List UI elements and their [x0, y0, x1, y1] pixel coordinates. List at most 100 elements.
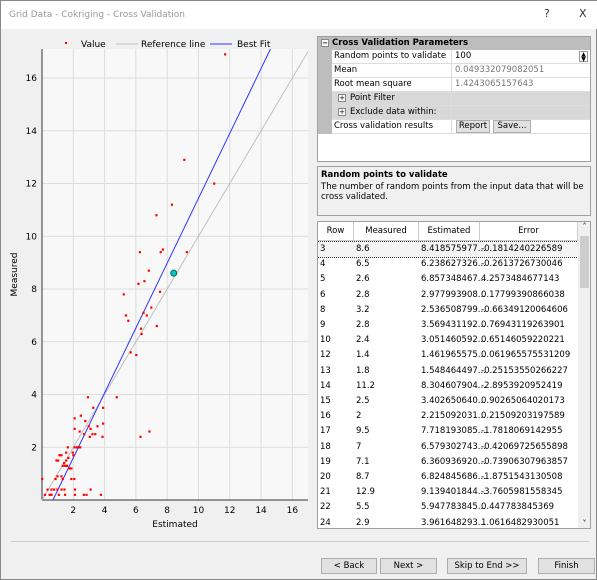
report-button[interactable]: Report: [456, 120, 490, 133]
cell: 2.4: [356, 335, 370, 346]
table-row[interactable]: 21 12.9 9.139401844... -3.7605981558345: [318, 485, 578, 500]
y-tick-label: 6: [31, 338, 37, 348]
expand-icon[interactable]: +: [338, 108, 346, 116]
cell: 9: [320, 320, 326, 330]
cell: 6: [320, 289, 326, 300]
cell: 4.2573484677143: [481, 274, 560, 285]
scroll-up-icon[interactable]: ˄: [578, 222, 590, 236]
data-point: [102, 422, 105, 425]
cell: 6.824845686...: [421, 472, 486, 482]
table-row[interactable]: 8 3.2 2.536508799... -0.66349120064606: [318, 303, 578, 318]
data-point: [65, 451, 68, 454]
help-panel: Random points to validate The number of …: [317, 166, 591, 216]
data-point: [63, 488, 66, 491]
y-tick-label: 16: [26, 74, 38, 84]
exclude-group[interactable]: + Exclude data within:: [332, 106, 590, 120]
cell: 2.6: [356, 274, 370, 285]
col-measured[interactable]: Measured: [354, 222, 419, 241]
table-row[interactable]: 5 2.6 6.857348467... 4.2573484677143: [318, 272, 578, 287]
cell: 8.6: [356, 244, 370, 254]
table-row[interactable]: 4 6.5 6.238627326... -0.2613726730046: [318, 257, 578, 272]
table-row[interactable]: 18 7 6.579302743... -0.42069725655898: [318, 440, 578, 455]
save-button[interactable]: Save...: [493, 120, 531, 133]
cell: 6.5: [356, 259, 370, 270]
legend-value: Value: [81, 40, 106, 50]
spinner-icon[interactable]: ▲ ▼: [579, 51, 588, 63]
table-row[interactable]: 24 2.9 3.961648293... 1.0616482930051: [318, 516, 578, 528]
data-point: [91, 433, 94, 436]
scroll-down-icon[interactable]: ˅: [578, 519, 590, 528]
data-point: [58, 454, 61, 457]
data-point: [159, 251, 162, 254]
cell: 2.8: [356, 289, 370, 300]
data-point: [73, 477, 76, 481]
col-row[interactable]: Row: [318, 222, 354, 241]
selected-point: [170, 269, 178, 277]
data-point: [138, 251, 141, 254]
mean-value: 0.049332079082051: [455, 65, 545, 75]
finish-button[interactable]: Finish: [538, 558, 595, 574]
data-point: [213, 182, 216, 185]
help-button[interactable]: ?: [544, 7, 550, 20]
table-row[interactable]: 9 2.8 3.569431192... 0.76943119263901: [318, 318, 578, 333]
help-text: The number of random points from the inp…: [321, 182, 584, 202]
table-row[interactable]: 6 2.8 2.977993908... 0.17799390866038: [318, 288, 578, 303]
prop-random-points[interactable]: Random points to validate 100 ▲ ▼: [332, 50, 590, 64]
cell: 2.5: [356, 396, 370, 406]
point-filter-group[interactable]: + Point Filter: [332, 92, 590, 106]
x-tick-label: 16: [287, 506, 299, 516]
skip-to-end-button[interactable]: Skip to End >>: [447, 558, 527, 574]
close-button[interactable]: X: [579, 7, 587, 20]
scrollbar[interactable]: ˄ ˅: [578, 222, 590, 528]
data-point: [88, 435, 91, 438]
data-point: [170, 203, 174, 206]
data-point: [48, 493, 51, 496]
table-row[interactable]: 15 2.5 3.402650640... 0.90265064020173: [318, 394, 578, 409]
table-row[interactable]: 22 5.5 5.947783845... 0.447783845369: [318, 500, 578, 515]
table-row[interactable]: 16 2 2.215092031... 0.21509203197589: [318, 409, 578, 424]
table-row[interactable]: 13 1.8 1.548464497... -0.25153550266227: [318, 364, 578, 379]
cell: 20: [320, 472, 331, 482]
y-tick-label: 8: [31, 285, 37, 295]
table-row[interactable]: 12 1.4 1.461965575... 0.061965575531209: [318, 348, 578, 363]
table-row[interactable]: 20 8.7 6.824845686... -1.8751543130508: [318, 470, 578, 485]
data-point: [137, 282, 140, 285]
cell: 1.0616482930051: [481, 517, 560, 528]
collapse-icon[interactable]: −: [321, 39, 329, 47]
cell: 10: [320, 335, 331, 346]
table-row[interactable]: 3 8.6 8.418575977... -0.1814240226589: [318, 240, 579, 259]
col-estimated[interactable]: Estimated: [419, 222, 480, 241]
cell: 7.1: [356, 456, 370, 467]
params-header[interactable]: − Cross Validation Parameters: [318, 37, 590, 50]
cell: 24: [320, 517, 331, 528]
y-tick-label: 14: [26, 127, 38, 137]
data-point: [56, 475, 59, 478]
cell: -0.73906307963857: [481, 456, 568, 467]
expand-icon[interactable]: +: [338, 94, 346, 102]
cell: 11.2: [356, 380, 375, 391]
window-title: Grid Data - Cokriging - Cross Validation: [9, 10, 185, 20]
table-row[interactable]: 17 9.5 7.718193085... -1.7818069142955: [318, 424, 578, 439]
cell: 2: [356, 411, 362, 422]
help-title: Random points to validate: [321, 170, 448, 180]
cell: 6.360936920...: [421, 456, 486, 467]
cell: -0.2613726730046: [481, 259, 563, 270]
table-row[interactable]: 19 7.1 6.360936920... -0.73906307963857: [318, 455, 578, 470]
table-row[interactable]: 10 2.4 3.051460592... 0.65146059220221: [318, 333, 578, 348]
col-error[interactable]: Error: [480, 222, 578, 241]
x-tick-label: 8: [164, 506, 170, 516]
next-button[interactable]: Next >: [380, 558, 437, 574]
data-point: [224, 53, 227, 56]
scatter-chart: 2 4 6 8 10 12 14 16 2 4 6 8 10 12 14 16 Estimated Measure…: [3, 31, 313, 531]
data-point: [46, 488, 49, 491]
cell: -1.7818069142955: [481, 426, 563, 437]
cell: 0.447783845369: [481, 502, 555, 513]
table-row[interactable]: 14 11.2 8.304607904... -2.8953920952419: [318, 379, 578, 394]
back-button[interactable]: < Back: [321, 558, 377, 574]
random-points-input[interactable]: 100: [453, 50, 471, 63]
prop-label: Mean: [332, 64, 452, 78]
data-point: [73, 427, 76, 430]
legend-marker-value: [65, 42, 67, 44]
scroll-thumb[interactable]: [580, 236, 589, 288]
cell: 12: [320, 350, 331, 361]
